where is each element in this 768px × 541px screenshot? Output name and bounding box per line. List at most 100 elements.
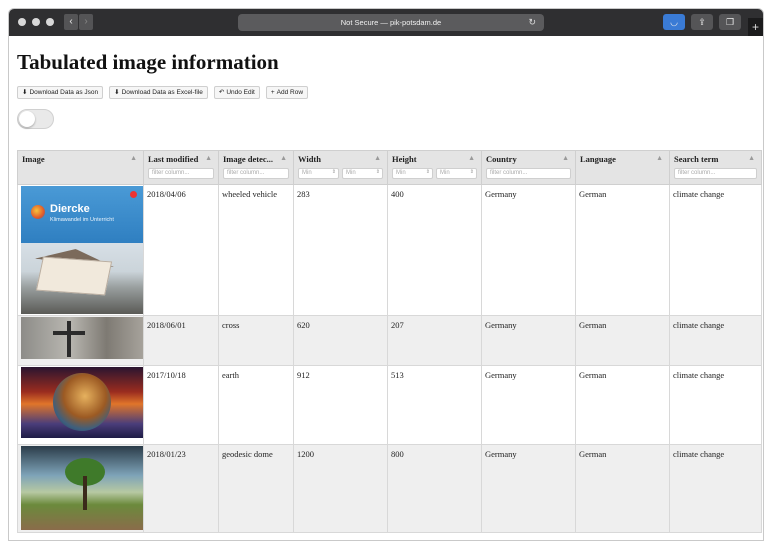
window-controls	[18, 18, 54, 26]
cell-country[interactable]: Germany	[481, 315, 576, 366]
new-tab-button[interactable]: +	[748, 18, 763, 36]
page-content: Tabulated image information ⬇ Download Da…	[9, 36, 763, 533]
cell-language[interactable]: German	[575, 315, 670, 366]
image-cell	[17, 444, 144, 533]
cell-search-term[interactable]: climate change	[669, 184, 762, 316]
filter-input-country[interactable]: filter column...	[486, 168, 571, 179]
cell-search-term[interactable]: climate change	[669, 444, 762, 533]
filter-input-search-term[interactable]: filter column...	[674, 168, 757, 179]
width-max-input[interactable]: Min ⇕	[342, 168, 383, 179]
height-max-input[interactable]: Min ⇕	[436, 168, 477, 179]
table-row[interactable]: Diercke Klimawandel im Unterricht 2018/0…	[17, 184, 762, 316]
download-excel-button[interactable]: ⬇ Download Data as Excel-file	[109, 86, 208, 99]
column-header-last-modified[interactable]: Last modified ▲ filter column...	[143, 150, 219, 185]
forward-button[interactable]: ›	[79, 14, 93, 30]
sort-icon[interactable]: ▲	[468, 154, 475, 162]
column-header-height[interactable]: Height ▲ Min ⇕ Min ⇕	[387, 150, 482, 185]
cell-image-detection[interactable]: geodesic dome	[218, 444, 294, 533]
column-header-country[interactable]: Country ▲ filter column...	[481, 150, 576, 185]
pocket-icon[interactable]: ◡	[663, 14, 685, 30]
column-header-search-term[interactable]: Search term ▲ filter column...	[669, 150, 762, 185]
plus-icon: +	[270, 88, 275, 96]
cell-language[interactable]: German	[575, 444, 670, 533]
book-cover-image: Diercke Klimawandel im Unterricht	[21, 186, 143, 314]
cell-height[interactable]: 800	[387, 444, 482, 533]
filter-input-image-detection[interactable]: filter column...	[223, 168, 289, 179]
column-header-image-detection[interactable]: Image detec... ▲ filter column...	[218, 150, 294, 185]
cell-image-detection[interactable]: earth	[218, 365, 294, 445]
close-window-button[interactable]	[18, 18, 26, 26]
browser-titlebar: ‹ › Not Secure — pik-potsdam.de ↻ ◡ ⇪ ❐ …	[9, 9, 763, 36]
house-shape	[35, 256, 113, 296]
download-json-button[interactable]: ⬇ Download Data as Json	[17, 86, 104, 99]
toggle-switch[interactable]	[17, 109, 54, 129]
action-toolbar: ⬇ Download Data as Json ⬇ Download Data as…	[17, 86, 755, 99]
cell-country[interactable]: Germany	[481, 365, 576, 445]
chevron-left-icon: ‹	[69, 16, 73, 27]
cell-last-modified[interactable]: 2017/10/18	[143, 365, 219, 445]
spinner-icon[interactable]: ⇕	[426, 169, 430, 175]
add-row-label: Add Row	[276, 88, 304, 96]
height-min-input[interactable]: Min ⇕	[392, 168, 433, 179]
cell-last-modified[interactable]: 2018/06/01	[143, 315, 219, 366]
sort-icon[interactable]: ▲	[205, 154, 212, 162]
sort-icon[interactable]: ▲	[130, 154, 137, 162]
tabs-icon[interactable]: ❐	[719, 14, 741, 30]
cell-width[interactable]: 283	[293, 184, 388, 316]
cell-language[interactable]: German	[575, 365, 670, 445]
cell-height[interactable]: 513	[387, 365, 482, 445]
cell-height[interactable]: 400	[387, 184, 482, 316]
min-placeholder: Min	[346, 170, 356, 176]
column-header-image[interactable]: Image ▲	[17, 150, 144, 185]
spinner-icon[interactable]: ⇕	[470, 169, 474, 175]
header-label: Last modified	[148, 154, 199, 164]
sort-icon[interactable]: ▲	[656, 154, 663, 162]
filter-input-last-modified[interactable]: filter column...	[148, 168, 214, 179]
sort-icon[interactable]: ▲	[562, 154, 569, 162]
height-range-filter: Min ⇕ Min ⇕	[392, 168, 477, 179]
cell-height[interactable]: 207	[387, 315, 482, 366]
table-header-row: Image ▲ Last modified ▲ filter column... Im…	[17, 150, 762, 185]
cell-image-detection[interactable]: wheeled vehicle	[218, 184, 294, 316]
spinner-icon[interactable]: ⇕	[332, 169, 336, 175]
address-text: Not Secure — pik-potsdam.de	[340, 18, 442, 27]
header-label: Country	[486, 154, 517, 164]
table-row[interactable]: 2018/06/01 cross 620 207 Germany German …	[17, 315, 762, 366]
sort-icon[interactable]: ▲	[374, 154, 381, 162]
browser-window: ‹ › Not Secure — pik-potsdam.de ↻ ◡ ⇪ ❐ …	[8, 8, 764, 541]
cell-last-modified[interactable]: 2018/01/23	[143, 444, 219, 533]
cell-image-detection[interactable]: cross	[218, 315, 294, 366]
cell-search-term[interactable]: climate change	[669, 315, 762, 366]
reload-icon[interactable]: ↻	[528, 14, 536, 31]
back-button[interactable]: ‹	[64, 14, 78, 30]
undo-edit-button[interactable]: ↶ Undo Edit	[213, 86, 260, 99]
table-row[interactable]: 2018/01/23 geodesic dome 1200 800 German…	[17, 444, 762, 533]
sort-icon[interactable]: ▲	[280, 154, 287, 162]
table-row[interactable]: 2017/10/18 earth 912 513 Germany German …	[17, 365, 762, 445]
download-icon: ⬇	[114, 88, 120, 96]
column-header-width[interactable]: Width ▲ Min ⇕ Min ⇕	[293, 150, 388, 185]
width-min-input[interactable]: Min ⇕	[298, 168, 339, 179]
download-icon: ⬇	[22, 88, 28, 96]
cell-width[interactable]: 912	[293, 365, 388, 445]
chevron-right-icon: ›	[84, 16, 88, 27]
add-row-button[interactable]: + Add Row	[265, 86, 309, 99]
image-cell	[17, 315, 144, 366]
cell-language[interactable]: German	[575, 184, 670, 316]
cell-width[interactable]: 620	[293, 315, 388, 366]
cell-last-modified[interactable]: 2018/04/06	[143, 184, 219, 316]
sort-icon[interactable]: ▲	[748, 154, 755, 162]
cell-country[interactable]: Germany	[481, 184, 576, 316]
cell-search-term[interactable]: climate change	[669, 365, 762, 445]
earth-globe	[53, 373, 111, 431]
column-header-language[interactable]: Language ▲	[575, 150, 670, 185]
spinner-icon[interactable]: ⇕	[376, 169, 380, 175]
cell-country[interactable]: Germany	[481, 444, 576, 533]
zoom-window-button[interactable]	[46, 18, 54, 26]
cross-image	[21, 317, 143, 359]
minimize-window-button[interactable]	[32, 18, 40, 26]
share-icon[interactable]: ⇪	[691, 14, 713, 30]
undo-icon: ↶	[218, 88, 225, 96]
address-bar[interactable]: Not Secure — pik-potsdam.de ↻	[238, 14, 544, 31]
cell-width[interactable]: 1200	[293, 444, 388, 533]
